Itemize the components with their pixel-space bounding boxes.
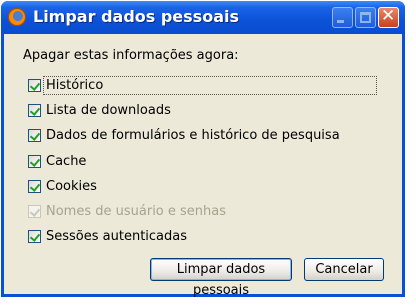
window-title: Limpar dados pessoais: [33, 7, 239, 26]
close-button[interactable]: ✕: [378, 6, 399, 28]
option-label: Cookies: [46, 179, 97, 194]
firefox-icon: [8, 8, 26, 26]
passwords-checkbox: [28, 205, 41, 218]
downloads-checkbox[interactable]: [28, 104, 41, 117]
minimize-icon: [337, 20, 344, 23]
checkmark-icon: [29, 181, 41, 192]
option-label: Sessões autenticadas: [46, 229, 188, 244]
maximize-button[interactable]: [355, 7, 376, 28]
cache-checkbox[interactable]: [28, 155, 41, 168]
sessions-checkbox[interactable]: [28, 230, 41, 243]
checkmark-icon: [29, 156, 41, 167]
minimize-button[interactable]: [332, 7, 353, 28]
checkmark-icon: [29, 130, 41, 141]
close-icon: ✕: [381, 6, 396, 26]
checkmark-icon: [29, 105, 41, 116]
checkmark-icon: [29, 80, 41, 91]
option-label: Cache: [46, 154, 87, 169]
option-label: Nomes de usuário e senhas: [46, 204, 227, 219]
cancel-button[interactable]: Cancelar: [304, 258, 384, 281]
title-bar[interactable]: Limpar dados pessoais ✕: [1, 1, 405, 34]
option-label: Dados de formulários e histórico de pesq…: [46, 128, 340, 143]
option-label: Histórico: [46, 78, 104, 93]
checkmark-icon: [29, 231, 41, 242]
cookies-checkbox[interactable]: [28, 180, 41, 193]
maximize-icon: [360, 12, 371, 23]
dialog-heading: Apagar estas informações agora:: [23, 48, 239, 63]
dialog-body: Apagar estas informações agora: Históric…: [4, 34, 402, 298]
option-label: Lista de downloads: [46, 103, 171, 118]
historico-checkbox[interactable]: [28, 79, 41, 92]
form-data-checkbox[interactable]: [28, 129, 41, 142]
checkmark-icon: [29, 206, 41, 217]
dialog-window: Limpar dados pessoais ✕ Apagar estas inf…: [1, 1, 405, 298]
clear-data-button[interactable]: Limpar dados pessoais: [150, 258, 292, 298]
